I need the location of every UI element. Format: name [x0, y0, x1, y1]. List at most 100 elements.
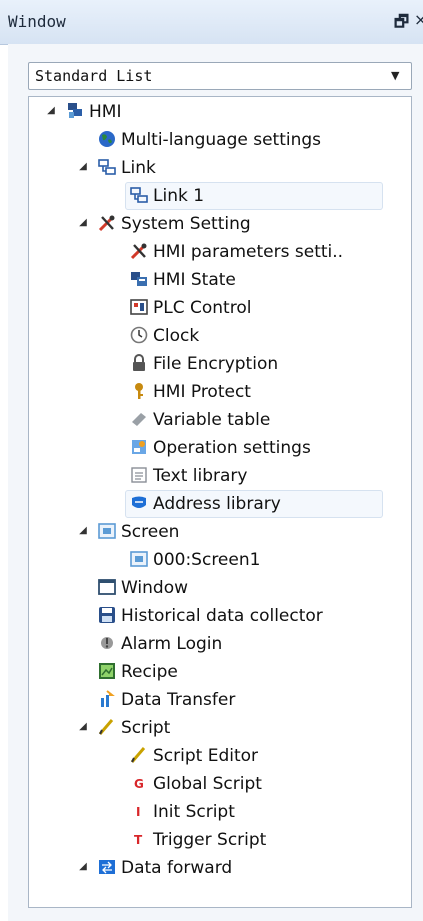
tree-item-label: Screen: [121, 522, 180, 542]
pen-icon: [97, 717, 117, 737]
address-icon: [129, 493, 149, 513]
tools-icon: [97, 213, 117, 233]
tools-icon: [129, 241, 149, 261]
hmi-icon: [65, 101, 85, 121]
tree-list: ◢ HMI Multi-language settings ◢ Link Link 1 ◢ S…: [29, 97, 385, 907]
project-tree: ◢ HMI Multi-language settings ◢ Link Link 1 ◢ S…: [28, 96, 412, 908]
tree-item-label: HMI parameters setti..: [153, 242, 344, 262]
tree-item-label: Window: [121, 578, 189, 598]
tree-item-label: Script: [121, 718, 171, 738]
tree-item[interactable]: Operation settings: [29, 434, 385, 462]
state-icon: [129, 269, 149, 289]
tree-item[interactable]: Address library: [29, 490, 385, 518]
view-select-value: Standard List: [35, 67, 153, 85]
tree-item-label: Script Editor: [153, 746, 259, 766]
expand-arrow-icon[interactable]: ◢: [77, 721, 89, 733]
tree-item-label: Address library: [153, 494, 281, 514]
link-icon: [97, 157, 117, 177]
tree-item-label: Link: [121, 158, 156, 178]
pin-icon[interactable]: 🗗: [394, 11, 412, 31]
recipe-icon: [97, 661, 117, 681]
tree-item[interactable]: Multi-language settings: [29, 126, 385, 154]
tree-item-label: Alarm Login: [121, 634, 223, 654]
alarm-icon: [97, 633, 117, 653]
window-titlebar: Window 🗗 ×: [0, 0, 423, 45]
expand-arrow-icon[interactable]: ◢: [77, 217, 89, 229]
pen-icon: [129, 745, 149, 765]
tree-item[interactable]: ◢ Screen: [29, 518, 385, 546]
plc-icon: [129, 297, 149, 317]
screen-icon: [97, 521, 117, 541]
tree-item[interactable]: File Encryption: [29, 350, 385, 378]
tree-item[interactable]: I Init Script: [29, 798, 385, 826]
svg-text:G: G: [134, 777, 144, 791]
expand-arrow-icon[interactable]: ◢: [77, 861, 89, 873]
table-icon: [129, 409, 149, 429]
svg-text:T: T: [134, 833, 143, 847]
tree-item[interactable]: Clock: [29, 322, 385, 350]
tree-item[interactable]: Window: [29, 574, 385, 602]
tree-item[interactable]: ◢ Link: [29, 154, 385, 182]
tree-item[interactable]: Variable table: [29, 406, 385, 434]
tree-item[interactable]: HMI parameters setti..: [29, 238, 385, 266]
transfer-icon: [97, 689, 117, 709]
tree-item-label: Historical data collector: [121, 606, 323, 626]
screen-icon: [129, 549, 149, 569]
tree-item[interactable]: PLC Control: [29, 294, 385, 322]
tree-item-label: Data Transfer: [121, 690, 236, 710]
tree-item[interactable]: ◢ System Setting: [29, 210, 385, 238]
tree-item-label: Operation settings: [153, 438, 311, 458]
tree-item-label: PLC Control: [153, 298, 252, 318]
tree-item-label: Multi-language settings: [121, 130, 322, 150]
tree-item[interactable]: Recipe: [29, 658, 385, 686]
expand-arrow-icon[interactable]: ◢: [77, 161, 89, 173]
tree-item[interactable]: HMI State: [29, 266, 385, 294]
tree-item-label: Text library: [153, 466, 248, 486]
tree-item[interactable]: HMI Protect: [29, 378, 385, 406]
tree-item[interactable]: ◢ HMI: [29, 98, 385, 126]
window-icon: [97, 577, 117, 597]
tree-item[interactable]: Script Editor: [29, 742, 385, 770]
forward-icon: [97, 857, 117, 877]
tree-item[interactable]: Historical data collector: [29, 602, 385, 630]
tree-item[interactable]: ◢ Data forward: [29, 854, 385, 882]
tree-item[interactable]: Text library: [29, 462, 385, 490]
disk-icon: [97, 605, 117, 625]
key-icon: [129, 381, 149, 401]
tree-item[interactable]: T Trigger Script: [29, 826, 385, 854]
tree-item-label: Trigger Script: [153, 830, 267, 850]
expand-arrow-icon[interactable]: ◢: [45, 105, 57, 117]
tree-item-label: Init Script: [153, 802, 235, 822]
close-icon[interactable]: ×: [414, 10, 423, 30]
tree-item-label: Clock: [153, 326, 200, 346]
tree-item[interactable]: 000:Screen1: [29, 546, 385, 574]
i-script-icon: I: [129, 801, 149, 821]
tree-item[interactable]: ◢ Script: [29, 714, 385, 742]
link-icon: [129, 185, 149, 205]
view-select[interactable]: Standard List ▼: [28, 62, 412, 90]
tree-item-label: 000:Screen1: [153, 550, 261, 570]
t-script-icon: T: [129, 829, 149, 849]
tree-item[interactable]: Link 1: [29, 182, 385, 210]
g-script-icon: G: [129, 773, 149, 793]
expand-arrow-icon[interactable]: ◢: [77, 525, 89, 537]
globe-icon: [97, 129, 117, 149]
operation-icon: [129, 437, 149, 457]
tree-item-label: Recipe: [121, 662, 178, 682]
tree-item-label: Variable table: [153, 410, 271, 430]
tree-item[interactable]: G Global Script: [29, 770, 385, 798]
tree-item-label: HMI Protect: [153, 382, 251, 402]
tree-item-label: System Setting: [121, 214, 251, 234]
lock-icon: [129, 353, 149, 373]
text-icon: [129, 465, 149, 485]
tree-item-label: Link 1: [153, 186, 205, 206]
tree-item[interactable]: Alarm Login: [29, 630, 385, 658]
tree-item-label: HMI: [89, 102, 122, 122]
chevron-down-icon[interactable]: ▼: [391, 69, 405, 83]
tree-item-label: Global Script: [153, 774, 262, 794]
tree-item-label: File Encryption: [153, 354, 279, 374]
window-title: Window: [8, 12, 66, 31]
clock-icon: [129, 325, 149, 345]
tree-item[interactable]: Data Transfer: [29, 686, 385, 714]
tree-item-label: HMI State: [153, 270, 236, 290]
